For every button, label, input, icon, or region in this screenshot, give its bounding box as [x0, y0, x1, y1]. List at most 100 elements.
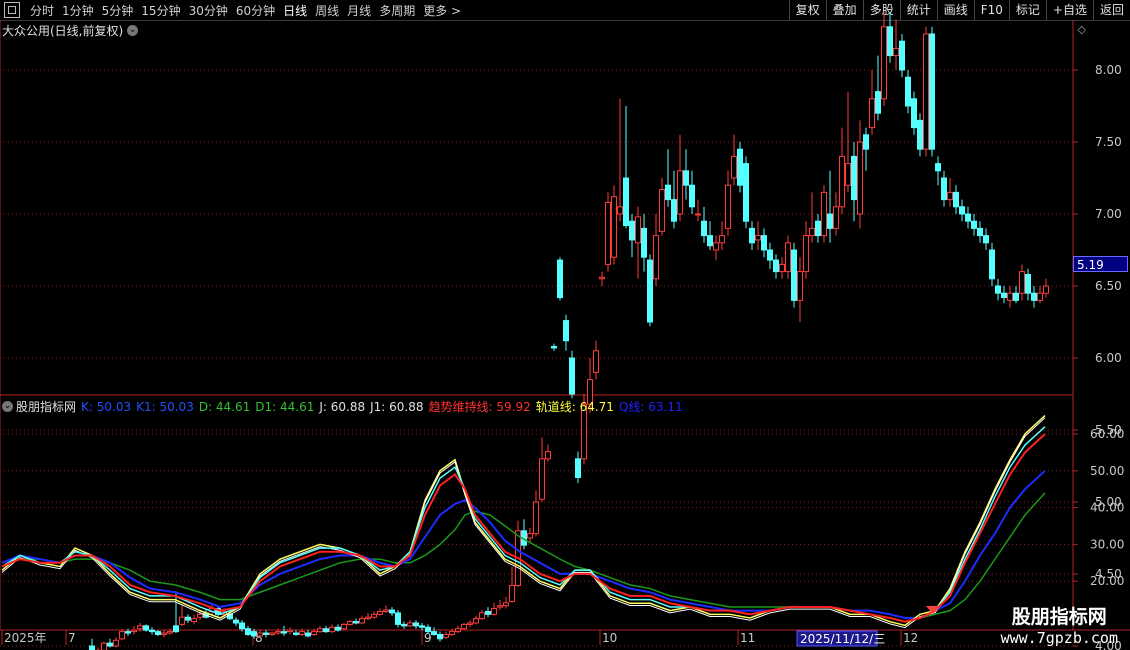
chevron-down-icon[interactable]: ⌄: [127, 25, 139, 36]
candle-body: [389, 609, 395, 614]
candle-body: [569, 357, 575, 395]
candle-body: [173, 625, 179, 633]
candle-body: [917, 119, 923, 150]
candle-body: [965, 213, 971, 222]
candle-body: [869, 98, 875, 129]
candle-body: [821, 191, 827, 237]
candle-body: [155, 631, 161, 635]
price-tick-label: 6.50: [1095, 279, 1122, 293]
candle-body: [899, 40, 905, 71]
candle-body: [395, 612, 401, 625]
candle-body: [851, 155, 857, 201]
price-tick-label: 8.00: [1095, 63, 1122, 77]
candle-body: [251, 631, 257, 637]
candle-body: [143, 625, 149, 631]
candle-body: [701, 220, 707, 237]
candle-body: [503, 602, 509, 607]
candle-body: [347, 621, 353, 625]
x-label-oct: 10: [602, 631, 617, 645]
candle-body: [275, 631, 281, 634]
candle-body: [665, 184, 671, 201]
candle-body: [947, 191, 953, 201]
price-tick-label: 6.00: [1095, 351, 1122, 365]
candle-body: [287, 629, 293, 633]
candle-body: [413, 622, 419, 627]
indicator-value-3: D1: 44.61: [255, 399, 315, 414]
candle-body: [719, 235, 725, 244]
watermark-url: www.7gpzb.com: [1000, 629, 1118, 647]
candle-body: [179, 616, 185, 625]
candle-body: [473, 618, 479, 624]
panel-icons[interactable]: ◇: [1078, 23, 1086, 36]
candle-body: [845, 163, 851, 186]
candle-body: [377, 610, 383, 615]
candle-body: [857, 141, 863, 215]
candle-body: [527, 533, 533, 539]
indicator-value-5: J1: 60.88: [370, 399, 424, 414]
candle-body: [365, 616, 371, 620]
candle-body: [131, 629, 137, 633]
candle-body: [311, 631, 317, 635]
indicator-tick-label: 30.00: [1090, 537, 1124, 551]
watermark: 股朋指标网 www.7gpzb.com: [1001, 602, 1118, 647]
indicator-title[interactable]: ⌄ 股朋指标网 K: 50.03 K1: 50.03 D: 44.61 D1: 44.…: [2, 398, 688, 415]
candle-body: [725, 184, 731, 229]
candle-body: [935, 163, 941, 172]
candle-body: [485, 610, 491, 615]
indicator-value-4: J: 60.88: [319, 399, 366, 414]
candle-body: [977, 227, 983, 237]
candle-body: [623, 177, 629, 227]
candle-body: [695, 213, 701, 216]
candle-body: [197, 613, 203, 618]
candle-body: [191, 618, 197, 623]
indicator-value-6: 趋势维持线: 59.92: [428, 400, 531, 414]
candle-body: [329, 626, 335, 633]
indicator-value-2: D: 44.61: [198, 399, 251, 414]
candle-body: [797, 271, 803, 301]
candle-body: [833, 206, 839, 229]
candle-body: [419, 625, 425, 628]
candle-body: [749, 227, 755, 244]
candle-body: [617, 206, 623, 215]
indicator-value-8: Q线: 63.11: [618, 400, 683, 414]
candle-body: [743, 163, 749, 222]
candle-body: [149, 629, 155, 633]
candle-body: [713, 242, 719, 251]
candle-body: [335, 626, 341, 631]
chart-canvas[interactable]: 8.007.507.006.506.005.505.004.504.0060.0…: [0, 0, 1130, 650]
candle-body: [497, 605, 503, 608]
date-highlight-label: 2025/11/12/三: [800, 632, 885, 646]
candle-body: [545, 451, 551, 460]
candle-body: [629, 220, 635, 241]
candle-body: [383, 609, 389, 612]
candle-body: [305, 632, 311, 637]
indicator-value-0: K: 50.03: [81, 399, 132, 414]
chevron-down-icon[interactable]: ⌄: [2, 401, 13, 412]
indicator-tick-label: 40.00: [1090, 501, 1124, 515]
candle-body: [113, 639, 119, 647]
candle-body: [929, 33, 935, 150]
diamond-icon[interactable]: ◇: [1078, 23, 1086, 36]
candle-body: [827, 213, 833, 229]
main-chart-title[interactable]: 大众公用(日线,前复权) ⌄: [2, 22, 139, 39]
candle-body: [449, 631, 455, 635]
candle-body: [575, 458, 581, 479]
candle-body: [245, 628, 251, 635]
candle-body: [791, 249, 797, 301]
candle-body: [239, 622, 245, 630]
indicator-tick-label: 60.00: [1090, 427, 1124, 441]
candle-body: [905, 76, 911, 107]
candle-body: [605, 201, 611, 265]
candle-body: [653, 235, 659, 280]
candle-body: [281, 631, 287, 634]
candle-body: [167, 631, 173, 634]
candle-body: [479, 612, 485, 620]
candle-body: [875, 91, 881, 114]
candle-body: [779, 263, 785, 273]
candle-body: [125, 631, 131, 634]
candle-body: [509, 585, 515, 602]
candle-body: [593, 350, 599, 373]
indicator-value-7: 轨道线: 64.71: [535, 400, 614, 414]
candle-body: [989, 249, 995, 280]
candle-body: [953, 191, 959, 208]
